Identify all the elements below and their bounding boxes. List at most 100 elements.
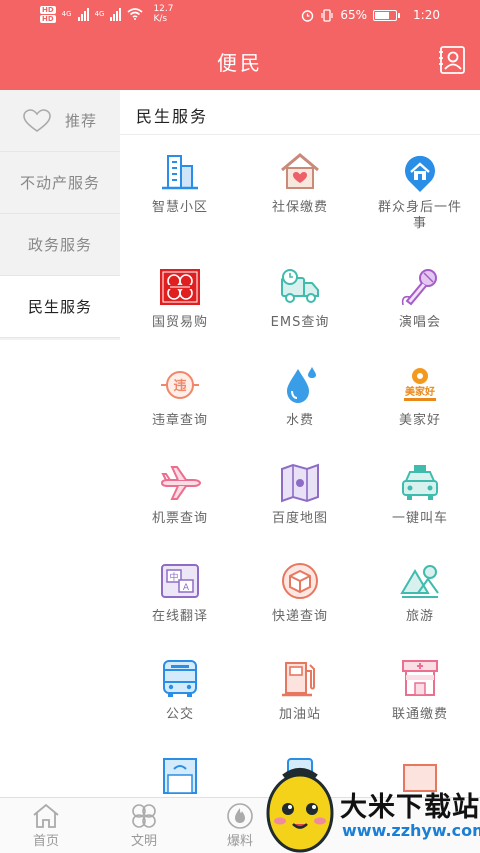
house-location-icon [405,155,435,192]
unicom-shop-icon [402,660,438,696]
service-item-after-life-affairs[interactable]: 群众身后一件事 [360,150,480,232]
service-label: 群众身后一件事 [378,200,463,231]
contacts-icon[interactable] [436,44,468,76]
delivery-truck-icon [281,269,319,303]
fire-icon [227,803,253,829]
house-heart-icon [281,153,319,189]
hd-badge: HD [40,5,56,14]
clover-icon [132,804,156,828]
service-label: 快递查询 [271,609,328,624]
hd-badges: HD HD [40,5,56,23]
svg-text:违: 违 [173,378,186,394]
service-label: 旅游 [405,609,434,624]
service-label: 联通缴费 [391,707,448,722]
service-label: 百度地图 [271,511,328,526]
service-label: 水费 [285,413,314,428]
svg-text:美家好: 美家好 [405,385,435,398]
mountain-icon [400,565,439,598]
status-left: HD HD 4G 4G 12.7 K/s [40,4,174,24]
heart-icon [23,108,51,132]
service-item-smart-community[interactable]: 智慧小区 [120,150,240,216]
battery-icon [373,9,401,21]
service-label: 美家好 [398,413,441,428]
service-item-express[interactable]: 快递查询 [240,559,360,625]
service-item-guomao[interactable]: 国贸易购 [120,265,240,331]
nav-label: 文明 [130,834,157,849]
sidebar-item-label: 不动产服务 [19,174,100,192]
watermark: 大米下载站 www.zzhyw.com [260,765,480,853]
guomao-logo-icon [160,269,200,305]
sidebar-item-government[interactable]: 政务服务 [0,214,120,276]
service-item-water-fee[interactable]: 水费 [240,363,360,429]
sidebar-item-label: 政务服务 [27,236,92,254]
watermark-title: 大米下载站 [340,792,480,823]
sidebar-item-real-estate[interactable]: 不动产服务 [0,152,120,214]
service-item-taxi[interactable]: 一键叫车 [360,461,480,527]
service-label: 演唱会 [398,315,441,330]
svg-text:A: A [183,583,190,593]
taxi-icon [402,465,438,500]
wifi-icon [127,8,143,20]
service-item-travel[interactable]: 旅游 [360,559,480,625]
vibrate-icon [321,8,333,22]
title-bar: 便民 [0,32,480,90]
battery-percent: 65% [340,8,368,22]
hd-badge: HD [40,14,56,23]
violation-icon: 违 [161,371,199,399]
service-item-concert[interactable]: 演唱会 [360,265,480,331]
service-label: 智慧小区 [151,200,208,215]
service-item-bus[interactable]: 公交 [120,657,240,723]
meijiahao-logo-icon: 美家好 [404,368,436,401]
service-label: 社保缴费 [271,200,328,215]
nav-label: 爆料 [226,834,253,849]
alarm-icon [302,9,314,22]
service-item-gas-station[interactable]: 加油站 [240,657,360,723]
service-item-flight[interactable]: 机票查询 [120,461,240,527]
status-right: 65% 1:20 [301,8,440,22]
package-icon [282,563,318,599]
service-label: 加油站 [278,707,321,722]
home-icon [33,803,59,828]
gas-station-icon [282,662,315,697]
service-item-violation[interactable]: 违 违章查询 [120,363,240,429]
sidebar-item-label: 民生服务 [27,298,92,316]
page-title: 便民 [217,51,263,75]
divider [120,134,480,135]
service-label: 公交 [165,707,194,722]
signal-4g-label: 4G [94,10,105,18]
service-item-translate[interactable]: 中 A 在线翻译 [120,559,240,625]
service-label: 在线翻译 [151,609,208,624]
nav-item-home[interactable]: 首页 [16,802,76,849]
sidebar-item-livelihood[interactable]: 民生服务 [0,276,120,338]
service-item-ems[interactable]: EMS查询 [240,265,360,331]
category-sidebar: 推荐 不动产服务 政务服务 民生服务 [0,90,120,340]
network-speed: 12.7 K/s [153,4,173,24]
network-speed-unit: K/s [153,14,168,24]
service-label: EMS查询 [270,315,330,330]
status-bar: HD HD 4G 4G 12.7 K/s 65% 1:20 [0,0,480,32]
sidebar-item-recommend[interactable]: 推荐 [0,90,120,152]
sidebar-item-label: 推荐 [64,112,97,130]
service-item-baidu-map[interactable]: 百度地图 [240,461,360,527]
service-label: 违章查询 [151,413,208,428]
service-item-meijiahao[interactable]: 美家好 美家好 [360,363,480,429]
nav-label: 首页 [32,834,59,849]
translate-icon: 中 A [161,564,199,598]
service-label: 国贸易购 [151,315,208,330]
network-speed-value: 12.7 [153,4,174,14]
service-label: 机票查询 [151,511,208,526]
bus-icon [163,660,197,697]
signal-icon [110,7,122,21]
nav-item-civilization[interactable]: 文明 [114,802,174,849]
clock: 1:20 [413,8,440,22]
service-item-unicom[interactable]: 联通缴费 [360,657,480,723]
service-item-social-security[interactable]: 社保缴费 [240,150,360,216]
mascot-logo [266,768,334,853]
service-label: 一键叫车 [391,511,448,526]
signal-icon [77,7,89,21]
service-item-partial[interactable] [120,755,240,795]
microphone-icon [401,269,437,306]
watermark-url: www.zzhyw.com [342,821,480,840]
map-icon [281,463,319,503]
telecom-shop-icon [163,758,197,794]
